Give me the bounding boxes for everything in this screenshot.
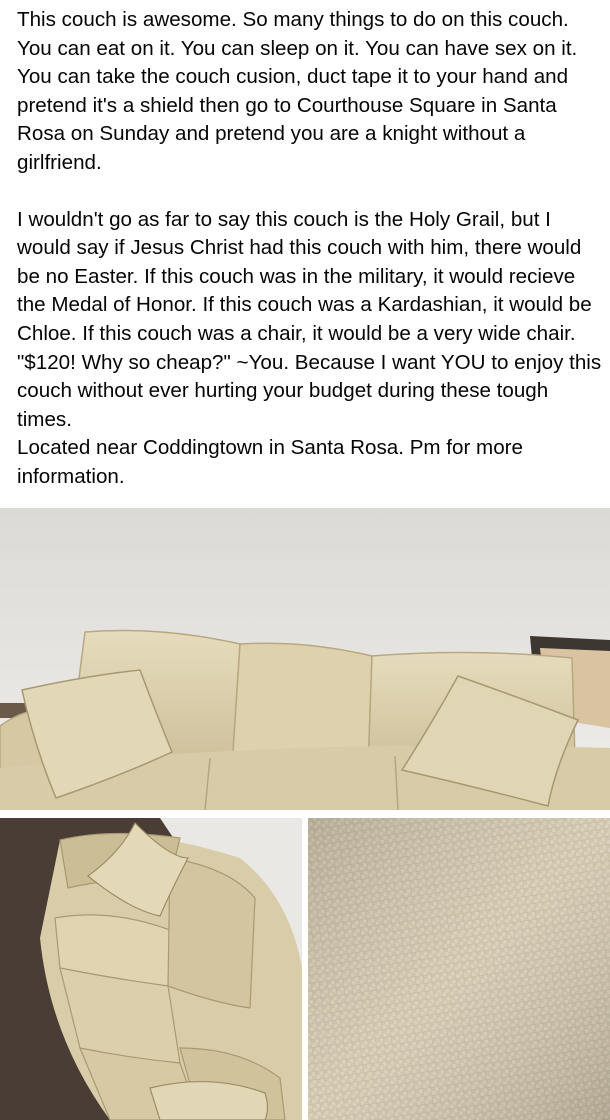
post-text: This couch is awesome. So many things to… <box>17 6 602 492</box>
couch-front-image <box>0 508 610 810</box>
photo-couch-front[interactable] <box>0 508 610 810</box>
photo-fabric-closeup[interactable] <box>308 818 610 1120</box>
post: This couch is awesome. So many things to… <box>0 0 610 1120</box>
couch-side-image <box>0 818 302 1120</box>
fabric-closeup-image <box>308 818 610 1120</box>
post-paragraph-3: Located near Coddingtown in Santa Rosa. … <box>17 436 529 488</box>
post-paragraph-2: I wouldn't go as far to say this couch i… <box>17 207 607 431</box>
post-paragraph-1: This couch is awesome. So many things to… <box>17 8 583 174</box>
photo-couch-side[interactable] <box>0 818 302 1120</box>
